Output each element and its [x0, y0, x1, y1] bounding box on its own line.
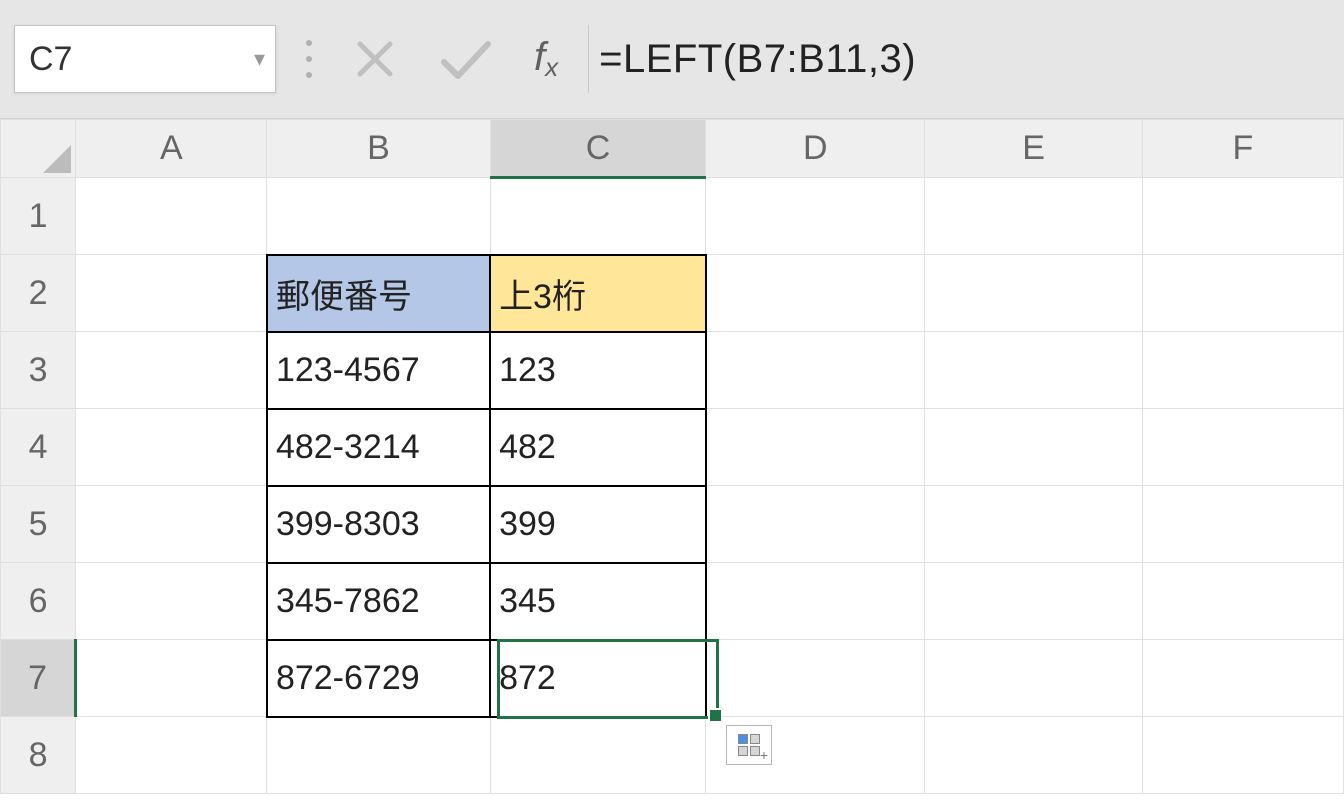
cell-E1[interactable]: [925, 178, 1143, 255]
cell-C4[interactable]: 482: [490, 409, 706, 486]
row-header-7[interactable]: 7: [1, 640, 76, 717]
col-header-F[interactable]: F: [1142, 120, 1343, 178]
cell-E5[interactable]: [925, 486, 1143, 563]
col-header-D[interactable]: D: [706, 120, 925, 178]
grid[interactable]: A B C D E F 1 2 郵便番号 上3桁 3: [0, 119, 1344, 794]
cell-C7[interactable]: 872: [490, 640, 706, 717]
cell-F7[interactable]: [1142, 640, 1343, 717]
cell-C6[interactable]: 345: [490, 563, 706, 640]
cell-A5[interactable]: [76, 486, 267, 563]
cell-B7[interactable]: 872-6729: [267, 640, 490, 717]
fx-icon[interactable]: fx: [534, 35, 558, 83]
cell-C5[interactable]: 399: [490, 486, 706, 563]
table-row: 4 482-3214 482: [1, 409, 1344, 486]
cell-E3[interactable]: [925, 332, 1143, 409]
cell-A7[interactable]: [76, 640, 267, 717]
table-row: 7 872-6729 872: [1, 640, 1344, 717]
cell-F6[interactable]: [1142, 563, 1343, 640]
cell-D6[interactable]: [706, 563, 925, 640]
row-header-8[interactable]: 8: [1, 717, 76, 794]
table-row: 5 399-8303 399: [1, 486, 1344, 563]
row-header-3[interactable]: 3: [1, 332, 76, 409]
autofill-options-button[interactable]: +: [726, 725, 772, 765]
cell-F8[interactable]: [1142, 717, 1343, 794]
cell-D5[interactable]: [706, 486, 925, 563]
col-header-E[interactable]: E: [925, 120, 1143, 178]
cell-B8[interactable]: [267, 717, 490, 794]
cell-B6[interactable]: 345-7862: [267, 563, 490, 640]
cell-B1[interactable]: [267, 178, 490, 255]
cell-B4[interactable]: 482-3214: [267, 409, 490, 486]
cell-B3[interactable]: 123-4567: [267, 332, 490, 409]
cell-C8[interactable]: [490, 717, 706, 794]
cell-E6[interactable]: [925, 563, 1143, 640]
cell-E7[interactable]: [925, 640, 1143, 717]
worksheet[interactable]: A B C D E F 1 2 郵便番号 上3桁 3: [0, 118, 1344, 800]
table-row: 6 345-7862 345: [1, 563, 1344, 640]
name-box-value: C7: [29, 40, 72, 79]
table-row: 3 123-4567 123: [1, 332, 1344, 409]
cell-A2[interactable]: [76, 255, 267, 332]
cell-F5[interactable]: [1142, 486, 1343, 563]
row-header-4[interactable]: 4: [1, 409, 76, 486]
cell-A6[interactable]: [76, 563, 267, 640]
formula-bar[interactable]: =LEFT(B7:B11,3): [588, 25, 1330, 93]
enter-icon[interactable]: [438, 36, 494, 82]
table-row: 2 郵便番号 上3桁: [1, 255, 1344, 332]
table-row: 1: [1, 178, 1344, 255]
row-header-2[interactable]: 2: [1, 255, 76, 332]
cell-E4[interactable]: [925, 409, 1143, 486]
chevron-down-icon[interactable]: ▾: [254, 46, 265, 72]
formula-bar-area: C7 ▾ fx =LEFT(B7:B11,3): [0, 0, 1344, 118]
cell-D1[interactable]: [706, 178, 925, 255]
cancel-icon[interactable]: [352, 36, 398, 82]
col-header-B[interactable]: B: [267, 120, 490, 178]
name-box[interactable]: C7 ▾: [14, 25, 276, 93]
formula-text: =LEFT(B7:B11,3): [599, 37, 916, 82]
cell-D4[interactable]: [706, 409, 925, 486]
cell-A3[interactable]: [76, 332, 267, 409]
cell-F4[interactable]: [1142, 409, 1343, 486]
cell-C3[interactable]: 123: [490, 332, 706, 409]
cell-E2[interactable]: [925, 255, 1143, 332]
edit-icon-group: fx: [306, 35, 558, 83]
cell-B5[interactable]: 399-8303: [267, 486, 490, 563]
table-row: 8: [1, 717, 1344, 794]
cell-F1[interactable]: [1142, 178, 1343, 255]
cell-E8[interactable]: [925, 717, 1143, 794]
row-header-5[interactable]: 5: [1, 486, 76, 563]
col-header-A[interactable]: A: [76, 120, 267, 178]
cell-A8[interactable]: [76, 717, 267, 794]
cell-F2[interactable]: [1142, 255, 1343, 332]
select-all-corner[interactable]: [1, 120, 76, 178]
cell-F3[interactable]: [1142, 332, 1343, 409]
cell-D3[interactable]: [706, 332, 925, 409]
cell-B2[interactable]: 郵便番号: [267, 255, 490, 332]
col-header-C[interactable]: C: [490, 120, 706, 178]
grip-icon[interactable]: [306, 40, 312, 78]
row-header-1[interactable]: 1: [1, 178, 76, 255]
cell-D2[interactable]: [706, 255, 925, 332]
cell-D7[interactable]: [706, 640, 925, 717]
cell-C1[interactable]: [490, 178, 706, 255]
cell-A4[interactable]: [76, 409, 267, 486]
cell-C2[interactable]: 上3桁: [490, 255, 706, 332]
row-header-6[interactable]: 6: [1, 563, 76, 640]
cell-A1[interactable]: [76, 178, 267, 255]
